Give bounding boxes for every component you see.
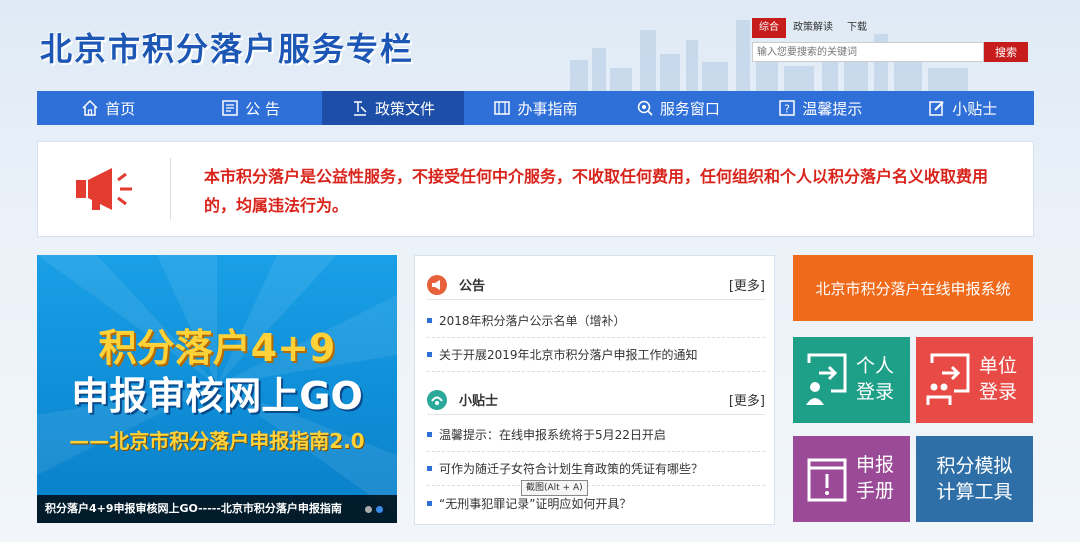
bullet [427,466,432,471]
announcements-title: 公告 [459,279,486,294]
nav-item-warm-tips[interactable]: ? 温馨提示 [749,91,891,125]
megaphone-icon [76,168,132,210]
tips-icon [427,389,447,410]
search-tab-all[interactable]: 综合 [752,18,786,38]
manual-label: 申报手册 [855,454,894,502]
news-panel: 公告 [更多] 2018年积分落户公示名单（增补） 关于开展2019年北京市积分… [414,255,775,525]
personal-login-label: 个人登录 [855,355,894,403]
nav-item-label: 公 告 [245,99,281,118]
manual-book-icon [807,458,847,502]
policy-file-icon [354,101,367,116]
service-window-icon [637,100,653,116]
svg-text:?: ? [784,103,790,116]
notice-text: 本市积分落户是公益性服务，不接受任何中介服务，不收取任何费用，任何组织和个人以积… [204,167,989,215]
announcements-header: 公告 [更多] [427,270,765,300]
news-item-title: 关于开展2019年北京市积分落户申报工作的通知 [439,348,698,362]
search-tab-policy-interpretation[interactable]: 政策解读 [786,18,840,38]
tips-title: 小贴士 [459,394,499,409]
news-item-title: 2018年积分落户公示名单（增补） [439,314,626,328]
notice-board-icon [222,100,238,116]
banner-tagline: ——北京市积分落户申报指南2.0 [69,429,365,453]
nav-item-policy-files[interactable]: 政策文件 [321,91,465,125]
search-tab-download[interactable]: 下载 [840,18,874,38]
bullet [427,432,432,437]
nav-item-service-guide[interactable]: 办事指南 [464,91,606,125]
bullet [427,352,432,357]
list-item[interactable]: 温馨提示：在线申报系统将于5月22日开启 [427,418,765,452]
list-item[interactable]: 关于开展2019年北京市积分落户申报工作的通知 [427,338,765,372]
list-item[interactable]: 可作为随迁子女符合计划生育政策的凭证有哪些？ [427,452,765,486]
banner-dot[interactable] [365,506,372,513]
list-item[interactable]: “无刑事犯罪记录”证明应如何开具？ [427,486,765,520]
screenshot-tooltip: 截图(Alt + A) [521,480,588,496]
banner-caption[interactable]: 积分落户4+9申报审核网上GO-----北京市积分落户申报指南 [37,495,397,523]
personal-login-icon [806,353,847,405]
points-calculator-button[interactable]: 积分模拟计算工具 [916,436,1033,522]
bullet [427,318,432,323]
search-box: 搜索 [752,42,1028,62]
site-header: 北京市积分落户服务专栏 综合 政策解读 下载 搜索 [0,0,1080,92]
notice-divider [170,158,171,220]
nav-item-label: 温馨提示 [802,99,863,118]
search-input[interactable] [752,42,984,62]
nav-item-service-window[interactable]: 服务窗口 [607,91,749,125]
online-application-system-button[interactable]: 北京市积分落户在线申报系统 [793,255,1033,321]
banner-headline: 积分落户4+9 [98,326,336,370]
news-item-title: 可作为随迁子女符合计划生育政策的凭证有哪些？ [439,462,704,476]
guide-icon [494,101,511,115]
announcement-icon [427,274,447,295]
unit-login-icon [926,353,970,405]
manual-button[interactable]: 申报手册 [793,436,910,522]
nav-item-label: 小贴士 [952,99,998,118]
site-title: 北京市积分落户服务专栏 [40,30,415,68]
edit-note-icon [929,101,944,116]
nav-item-label: 服务窗口 [659,99,720,118]
search-tabs: 综合 政策解读 下载 [752,18,874,38]
nav-item-label: 办事指南 [517,99,578,118]
list-item[interactable]: 2018年积分落户公示名单（增补） [427,304,765,338]
banner-subheadline: 申报审核网上GO [71,374,363,418]
points-calculator-label: 积分模拟计算工具 [936,455,1013,503]
tips-header: 小贴士 [更多] [427,385,765,415]
nav-item-label: 首页 [105,99,136,118]
banner-pagination [365,506,383,513]
home-icon [82,99,98,116]
tips-more-link[interactable]: [更多] [729,390,765,409]
nav-item-announcements[interactable]: 公 告 [179,91,321,125]
nav-item-label: 政策文件 [375,99,436,118]
nav-item-home[interactable]: 首页 [37,91,179,125]
help-icon: ? [779,100,796,116]
main-nav: 首页 公 告 政策文件 办事指南 服务窗口 ? 温馨提示 小贴士 [37,91,1034,125]
banner-dot-active[interactable] [376,506,383,513]
bullet [427,500,432,506]
personal-login-button[interactable]: 个人登录 [793,337,910,423]
search-button[interactable]: 搜索 [984,42,1028,62]
unit-login-label: 单位登录 [978,355,1017,403]
news-item-title: “无刑事犯罪记录”证明应如何开具？ [439,496,632,511]
unit-login-button[interactable]: 单位登录 [916,337,1033,423]
public-notice: 本市积分落户是公益性服务，不接受任何中介服务，不收取任何费用，任何组织和个人以积… [37,141,1034,237]
promo-banner[interactable]: 积分落户4+9 申报审核网上GO ——北京市积分落户申报指南2.0 积分落户4+… [37,255,397,523]
announcements-more-link[interactable]: [更多] [729,275,765,294]
news-item-title: 温馨提示：在线申报系统将于5月22日开启 [439,428,666,442]
nav-item-tips[interactable]: 小贴士 [892,91,1034,125]
